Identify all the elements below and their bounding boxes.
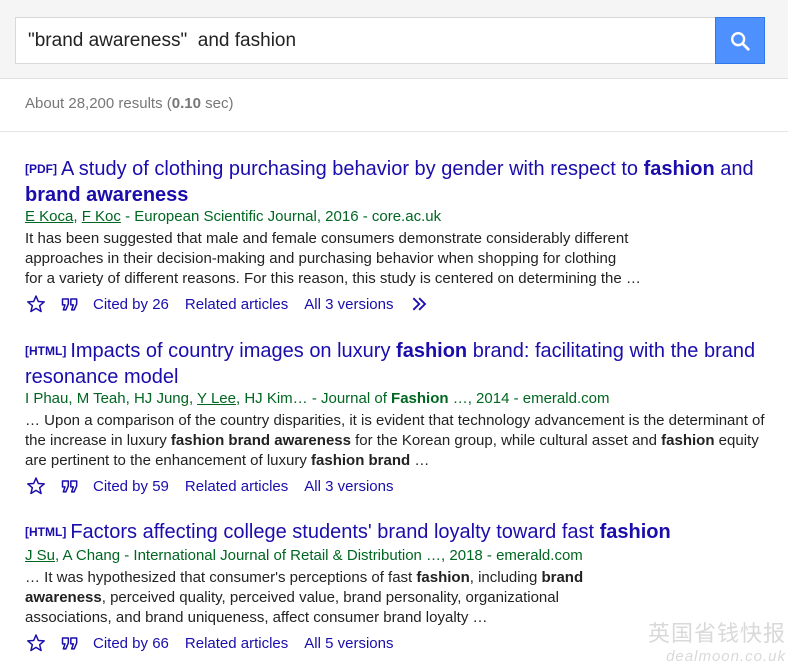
- format-tag: [HTML]: [25, 344, 67, 358]
- result-meta: I Phau, M Teah, HJ Jung, Y Lee, HJ Kim… …: [25, 390, 610, 407]
- star-icon[interactable]: [25, 632, 47, 654]
- result-title[interactable]: [PDF] A study of clothing purchasing beha…: [25, 157, 765, 207]
- result-snippet: … It was hypothesized that consumer's pe…: [25, 569, 584, 626]
- related-articles-link[interactable]: Related articles: [185, 635, 288, 652]
- author-link[interactable]: E Koca: [25, 208, 73, 225]
- related-articles-link[interactable]: Related articles: [185, 296, 288, 313]
- result-title-link[interactable]: A study of clothing purchasing behavior …: [25, 158, 754, 206]
- result-title-link[interactable]: Factors affecting college students' bran…: [70, 521, 670, 543]
- author-link[interactable]: Y Lee: [197, 390, 236, 407]
- more-chevron-icon[interactable]: [409, 293, 431, 315]
- search-button[interactable]: [715, 17, 765, 64]
- star-icon[interactable]: [25, 475, 47, 497]
- cited-by-link[interactable]: Cited by 26: [93, 296, 169, 313]
- search-input[interactable]: [16, 18, 717, 63]
- results-stats: About 28,200 results (0.10 sec): [25, 95, 234, 112]
- related-articles-link[interactable]: Related articles: [185, 478, 288, 495]
- watermark: 英国省钱快报 dealmoon.co.uk: [647, 622, 786, 665]
- cited-by-link[interactable]: Cited by 59: [93, 478, 169, 495]
- result-item: [HTML] Impacts of country images on luxur…: [25, 339, 765, 497]
- cited-by-link[interactable]: Cited by 66: [93, 635, 169, 652]
- star-icon[interactable]: [25, 293, 47, 315]
- result-meta: J Su, A Chang - International Journal of…: [25, 547, 583, 564]
- search-header: [0, 0, 788, 79]
- result-snippet: … Upon a comparison of the country dispa…: [25, 412, 765, 469]
- result-title[interactable]: [HTML] Impacts of country images on luxur…: [25, 339, 765, 389]
- cite-quote-icon[interactable]: [59, 632, 81, 654]
- all-versions-link[interactable]: All 3 versions: [304, 478, 393, 495]
- divider: [0, 131, 788, 132]
- result-item: [PDF] A study of clothing purchasing beha…: [25, 157, 765, 315]
- author-link[interactable]: F Koc: [82, 208, 121, 225]
- cite-quote-icon[interactable]: [59, 293, 81, 315]
- search-icon: [731, 31, 750, 51]
- result-snippet: It has been suggested that male and fema…: [25, 230, 641, 287]
- format-tag: [HTML]: [25, 525, 67, 539]
- result-meta: E Koca, F Koc - European Scientific Jour…: [25, 208, 442, 225]
- result-title-link[interactable]: Impacts of country images on luxury fash…: [25, 340, 755, 388]
- all-versions-link[interactable]: All 5 versions: [304, 635, 393, 652]
- result-actions: Cited by 26 Related articles All 3 versi…: [25, 293, 765, 315]
- cite-quote-icon[interactable]: [59, 475, 81, 497]
- result-actions: Cited by 59 Related articles All 3 versi…: [25, 475, 765, 497]
- all-versions-link[interactable]: All 3 versions: [304, 296, 393, 313]
- search-box[interactable]: [15, 17, 717, 64]
- format-tag: [PDF]: [25, 162, 57, 176]
- author-link[interactable]: J Su: [25, 547, 55, 564]
- result-title[interactable]: [HTML] Factors affecting college students…: [25, 520, 765, 546]
